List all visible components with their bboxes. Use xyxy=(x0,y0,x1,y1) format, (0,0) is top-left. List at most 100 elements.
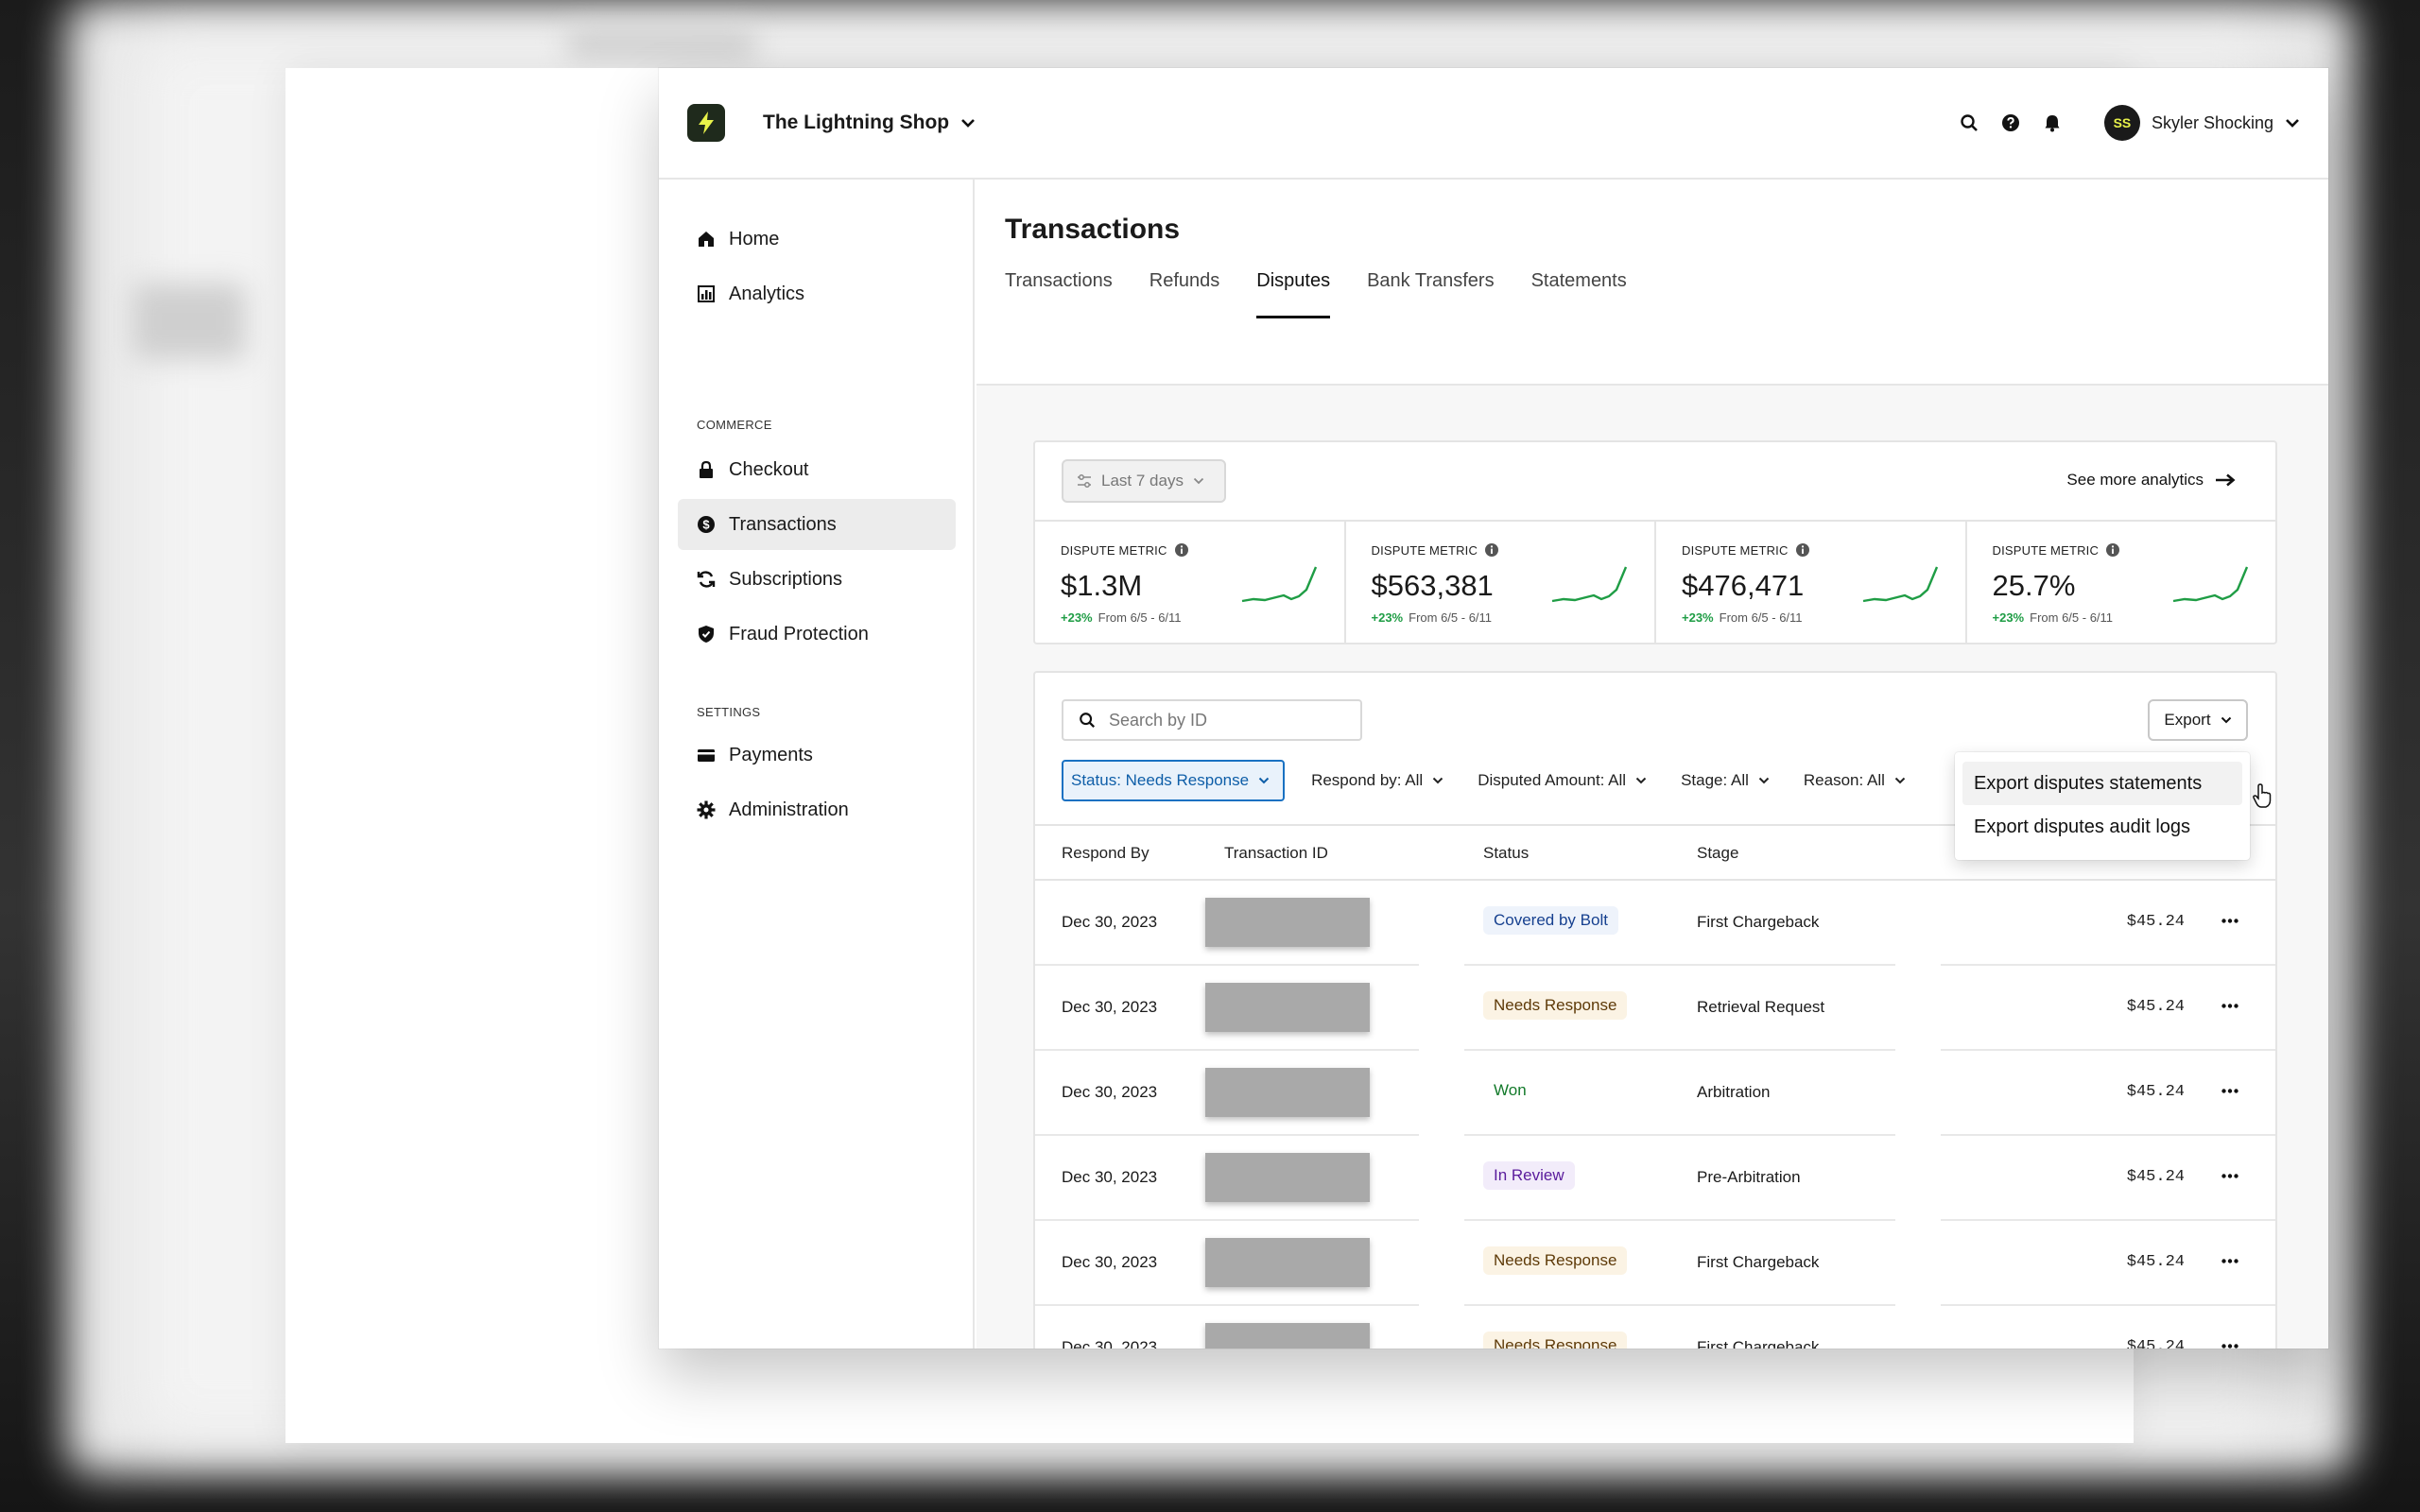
chevron-down-icon xyxy=(1193,477,1204,485)
amount-cell: $45.24 xyxy=(2126,1083,2185,1101)
export-label: Export xyxy=(2164,711,2211,729)
app-window: The Lightning Shop SS Skyler Shocking Ho… xyxy=(659,68,2328,1349)
export-menu-item-audit-logs[interactable]: Export disputes audit logs xyxy=(1962,805,2242,849)
tab-refunds[interactable]: Refunds xyxy=(1150,270,1220,317)
column-header[interactable]: Stage xyxy=(1697,844,1738,863)
tab-disputes[interactable]: Disputes xyxy=(1256,270,1330,318)
filter-respond-by[interactable]: Respond by: All xyxy=(1304,760,1451,801)
sidebar-item-administration[interactable]: Administration xyxy=(678,784,956,835)
metric-label: DISPUTE METRIC xyxy=(1682,542,1789,558)
user-name: Skyler Shocking xyxy=(2151,112,2273,132)
chevron-down-icon xyxy=(961,119,976,128)
search-icon xyxy=(1080,713,1096,729)
sidebar-item-subscriptions[interactable]: Subscriptions xyxy=(678,554,956,605)
table-row[interactable]: Dec 30, 2023 Covered by Bolt First Charg… xyxy=(1035,881,2275,966)
sidebar-item-transactions[interactable]: $ Transactions xyxy=(678,499,956,550)
sidebar: Home Analytics COMMERCE Checkout $ Trans… xyxy=(659,180,975,1349)
amount-cell: $45.24 xyxy=(2126,1253,2185,1271)
status-badge: Needs Response xyxy=(1483,1246,1628,1275)
hand-cursor-icon xyxy=(2253,783,2272,808)
main-content: Transactions Transactions Refunds Disput… xyxy=(977,180,2328,1349)
sidebar-item-analytics[interactable]: Analytics xyxy=(678,268,956,319)
sidebar-item-checkout[interactable]: Checkout xyxy=(678,444,956,495)
metric-change: +23% From 6/5 - 6/11 xyxy=(1682,610,1803,625)
column-header[interactable]: Respond By xyxy=(1062,844,1150,863)
blurred-ghost xyxy=(132,284,246,359)
sidebar-item-payments[interactable]: Payments xyxy=(678,730,956,781)
tab-statements[interactable]: Statements xyxy=(1531,270,1627,317)
date-range-button[interactable]: Last 7 days xyxy=(1062,459,1226,503)
chevron-down-icon xyxy=(1258,777,1270,784)
more-options-icon[interactable] xyxy=(2213,988,2247,1022)
export-button[interactable]: Export xyxy=(2148,699,2248,741)
metric-value: $563,381 xyxy=(1371,569,1494,602)
respond-by-cell: Dec 30, 2023 xyxy=(1062,998,1158,1016)
metric-value: 25.7% xyxy=(1992,569,2076,602)
info-icon[interactable] xyxy=(1174,542,1189,558)
more-options-icon[interactable] xyxy=(2213,1074,2247,1108)
info-icon[interactable] xyxy=(1795,542,1810,558)
sidebar-item-label: Subscriptions xyxy=(729,568,843,590)
chevron-down-icon xyxy=(1894,777,1906,784)
bolt-logo-icon[interactable] xyxy=(687,104,725,142)
amount-cell: $45.24 xyxy=(2126,1168,2185,1186)
status-badge: In Review xyxy=(1483,1161,1575,1190)
stage-cell: First Chargeback xyxy=(1697,1338,1820,1349)
table-row[interactable]: Dec 30, 2023 Won Arbitration $45.24 xyxy=(1035,1051,2275,1136)
filter-disputed-amount[interactable]: Disputed Amount: All xyxy=(1470,760,1654,801)
stage-cell: First Chargeback xyxy=(1697,913,1820,931)
tab-bank-transfers[interactable]: Bank Transfers xyxy=(1367,270,1495,317)
bell-icon[interactable] xyxy=(2042,112,2063,133)
metric-cards: DISPUTE METRIC $1.3M +23% From 6/5 - 6/11… xyxy=(1035,520,2275,644)
metric-card: DISPUTE METRIC 25.7% +23% From 6/5 - 6/11 xyxy=(1967,522,2276,644)
chevron-down-icon xyxy=(1432,777,1443,784)
sparkline-chart xyxy=(1241,566,1317,603)
shop-switcher[interactable]: The Lightning Shop xyxy=(763,112,976,134)
info-icon[interactable] xyxy=(2105,542,2120,558)
disputes-table-panel: Export Status: Needs Response Respond by… xyxy=(1033,671,2277,1349)
table-row[interactable]: Dec 30, 2023 Needs Response Retrieval Re… xyxy=(1035,966,2275,1051)
table-row[interactable]: Dec 30, 2023 Needs Response First Charge… xyxy=(1035,1221,2275,1306)
status-badge: Needs Response xyxy=(1483,991,1628,1020)
search-field[interactable] xyxy=(1062,699,1362,741)
info-icon[interactable] xyxy=(1484,542,1499,558)
sidebar-item-fraud-protection[interactable]: Fraud Protection xyxy=(678,609,956,660)
table-row[interactable]: Dec 30, 2023 In Review Pre-Arbitration $… xyxy=(1035,1136,2275,1221)
amount-cell: $45.24 xyxy=(2126,913,2185,931)
avatar[interactable]: SS xyxy=(2103,105,2140,141)
more-options-icon[interactable] xyxy=(2213,1329,2247,1349)
more-options-icon[interactable] xyxy=(2213,1244,2247,1278)
filter-reason[interactable]: Reason: All xyxy=(1796,760,1913,801)
metric-change: +23% From 6/5 - 6/11 xyxy=(1371,610,1493,625)
redacted-transaction-id xyxy=(1205,983,1370,1032)
help-icon[interactable] xyxy=(2000,112,2021,133)
filter-status[interactable]: Status: Needs Response xyxy=(1062,760,1286,801)
more-options-icon[interactable] xyxy=(2213,1159,2247,1193)
tab-transactions[interactable]: Transactions xyxy=(1005,270,1113,317)
sparkline-chart xyxy=(2172,566,2249,603)
search-input[interactable] xyxy=(1109,710,1336,730)
shield-icon xyxy=(699,626,714,643)
redacted-transaction-id xyxy=(1205,1323,1370,1349)
top-bar: The Lightning Shop SS Skyler Shocking xyxy=(659,68,2328,178)
see-more-analytics-link[interactable]: See more analytics xyxy=(2066,471,2236,490)
gear-icon xyxy=(697,800,716,819)
chevron-down-icon xyxy=(2286,119,2299,128)
search-icon[interactable] xyxy=(1959,112,1979,133)
refresh-icon xyxy=(697,571,716,588)
user-menu[interactable]: Skyler Shocking xyxy=(2152,113,2300,133)
sidebar-item-home[interactable]: Home xyxy=(678,214,956,265)
export-menu-item-statements[interactable]: Export disputes statements xyxy=(1962,762,2242,805)
column-header[interactable]: Status xyxy=(1483,844,1529,863)
sidebar-item-label: Home xyxy=(729,228,780,249)
more-options-icon[interactable] xyxy=(2213,903,2247,937)
table-row[interactable]: Dec 30, 2023 Needs Response First Charge… xyxy=(1035,1306,2275,1349)
metric-label: DISPUTE METRIC xyxy=(1061,542,1167,558)
date-range-label: Last 7 days xyxy=(1101,472,1184,490)
stage-cell: Pre-Arbitration xyxy=(1697,1168,1801,1186)
chevron-down-icon xyxy=(2221,716,2231,724)
respond-by-cell: Dec 30, 2023 xyxy=(1062,1253,1158,1271)
column-header[interactable]: Transaction ID xyxy=(1224,844,1328,863)
filter-stage[interactable]: Stage: All xyxy=(1673,760,1777,801)
svg-text:$: $ xyxy=(702,518,710,532)
